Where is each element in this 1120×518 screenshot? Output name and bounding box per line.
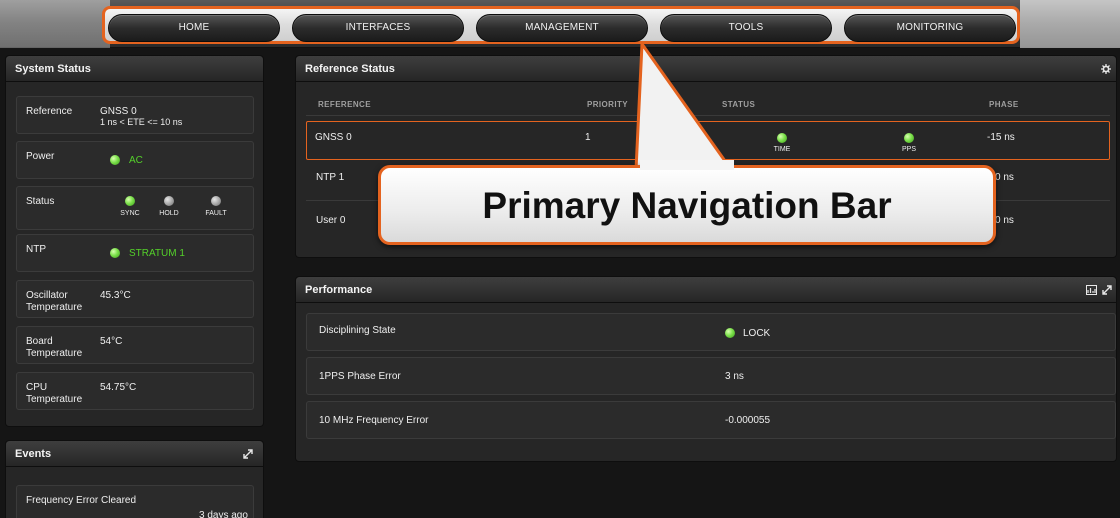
phase-cell: -15 ns — [987, 132, 1015, 143]
reference-name-cell: User 0 — [316, 215, 346, 226]
column-header-priority: PRIORITY — [587, 100, 628, 109]
disciplining-state-value: LOCK — [743, 328, 771, 339]
events-panel: Events Frequency Error Cleared 3 days ag… — [5, 440, 264, 518]
power-value: AC — [129, 155, 143, 166]
primary-navigation-callout: Primary Navigation Bar — [378, 165, 996, 245]
cpu-temperature-label: CPU Temperature — [26, 382, 83, 405]
topbar-right-shade — [1020, 0, 1120, 48]
callout-pointer — [634, 42, 732, 170]
system-status-panel: System Status Reference GNSS 0 1 ns < ET… — [5, 55, 264, 427]
ntp-label: NTP — [26, 244, 46, 255]
callout-pointer-join — [640, 160, 734, 170]
power-card: Power AC — [16, 141, 254, 179]
reference-value: GNSS 0 — [100, 106, 137, 117]
reference-label: Reference — [26, 106, 73, 117]
ntp-status-led — [110, 248, 120, 258]
chart-icon[interactable] — [1086, 285, 1097, 295]
power-label: Power — [26, 151, 55, 162]
pps-status-led — [904, 133, 914, 143]
time-caption: TIME — [773, 146, 791, 153]
status-label: Status — [26, 196, 55, 207]
column-header-reference: REFERENCE — [318, 100, 371, 109]
board-temperature-value: 54°C — [100, 336, 123, 347]
fault-led — [211, 196, 221, 206]
oscillator-temperature-value: 45.3°C — [100, 290, 131, 301]
primary-navigation-highlight: HOME INTERFACES MANAGEMENT TOOLS MONITOR… — [102, 6, 1020, 44]
event-time: 3 days ago — [199, 510, 248, 518]
time-status-led — [777, 133, 787, 143]
performance-panel: Performance Disciplining State LOCK 1PPS… — [295, 276, 1117, 462]
pps-phase-error-row: 1PPS Phase Error 3 ns — [306, 357, 1116, 395]
cpu-temperature-value: 54.75°C — [100, 382, 137, 393]
pps-phase-error-value: 3 ns — [725, 371, 744, 382]
cpu-temperature-card: CPU Temperature 54.75°C — [16, 372, 254, 410]
events-title: Events — [6, 441, 263, 467]
power-status-led — [110, 155, 120, 165]
ntp-card: NTP STRATUM 1 — [16, 234, 254, 272]
lock-status-led — [725, 328, 735, 338]
expand-icon[interactable] — [243, 449, 253, 459]
gear-icon[interactable] — [1101, 64, 1111, 74]
oscillator-temperature-label: Oscillator Temperature — [26, 290, 83, 313]
disciplining-state-row: Disciplining State LOCK — [306, 313, 1116, 351]
event-text: Frequency Error Cleared — [26, 495, 137, 506]
top-navigation-bar: HOME INTERFACES MANAGEMENT TOOLS MONITOR… — [0, 0, 1120, 48]
sync-led — [125, 196, 135, 206]
event-list-item[interactable]: Frequency Error Cleared 3 days ago — [16, 485, 254, 518]
reference-card: Reference GNSS 0 1 ns < ETE <= 10 ns — [16, 96, 254, 134]
fault-caption: FAULT — [205, 210, 227, 217]
nav-monitoring-button[interactable]: MONITORING — [844, 14, 1016, 42]
status-card: Status SYNC HOLD FAULT — [16, 186, 254, 230]
reference-name-cell: NTP 1 — [316, 172, 345, 183]
sync-caption: SYNC — [120, 210, 140, 217]
nav-tools-button[interactable]: TOOLS — [660, 14, 832, 42]
ntp-value: STRATUM 1 — [129, 248, 185, 259]
nav-interfaces-button[interactable]: INTERFACES — [292, 14, 464, 42]
expand-icon[interactable] — [1102, 285, 1112, 295]
hold-caption: HOLD — [159, 210, 179, 217]
disciplining-state-label: Disciplining State — [319, 325, 396, 336]
phase-cell: 0 ns — [995, 172, 1014, 183]
hold-led — [164, 196, 174, 206]
column-header-phase: PHASE — [989, 100, 1019, 109]
board-temperature-card: Board Temperature 54°C — [16, 326, 254, 364]
reference-name-cell: GNSS 0 — [315, 132, 352, 143]
pps-phase-error-label: 1PPS Phase Error — [319, 371, 401, 382]
nav-management-button[interactable]: MANAGEMENT — [476, 14, 648, 42]
board-temperature-label: Board Temperature — [26, 336, 83, 359]
pps-caption: PPS — [901, 146, 916, 153]
system-status-title: System Status — [6, 56, 263, 82]
priority-cell: 1 — [585, 132, 591, 143]
callout-label: Primary Navigation Bar — [482, 185, 892, 226]
performance-title: Performance — [296, 277, 1116, 303]
topbar-left-shade — [0, 0, 110, 48]
frequency-error-row: 10 MHz Frequency Error -0.000055 — [306, 401, 1116, 439]
phase-cell: 0 ns — [995, 215, 1014, 226]
oscillator-temperature-card: Oscillator Temperature 45.3°C — [16, 280, 254, 318]
frequency-error-value: -0.000055 — [725, 415, 771, 426]
nav-home-button[interactable]: HOME — [108, 14, 280, 42]
frequency-error-label: 10 MHz Frequency Error — [319, 415, 429, 426]
reference-detail: 1 ns < ETE <= 10 ns — [100, 117, 183, 127]
